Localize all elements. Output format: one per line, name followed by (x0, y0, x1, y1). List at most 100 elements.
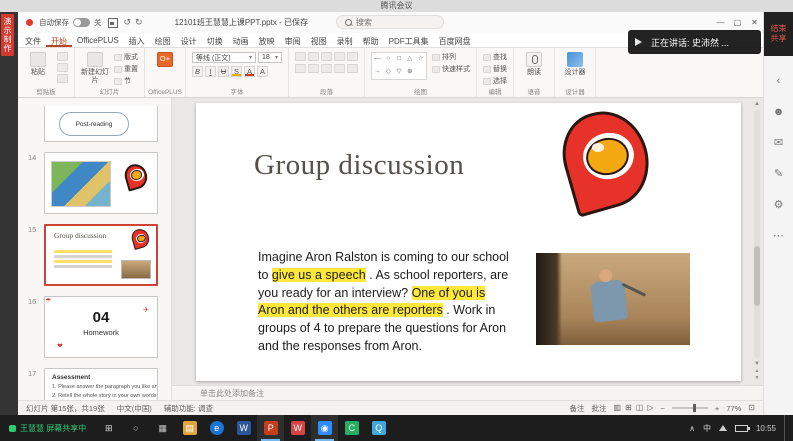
zoom-level[interactable]: 77% (726, 404, 741, 413)
tab-officeplus[interactable]: OfficePLUS (72, 33, 124, 47)
mini-photo (121, 260, 151, 279)
tray-expand-icon[interactable]: ∧ (689, 424, 695, 433)
slide-thumbnail-17[interactable]: 17 Assessment 1. Please answer the parag… (44, 368, 163, 400)
collapse-sidebar-icon[interactable]: ‹ (777, 76, 781, 87)
annotation-icon[interactable]: ✎ (774, 169, 783, 180)
tab-home[interactable]: 开始 (46, 33, 72, 47)
screen-share-status[interactable]: 王慧慧 屏幕共享中 (0, 415, 95, 441)
notes-toggle[interactable]: 备注 (570, 403, 585, 414)
members-icon[interactable]: ☻ (773, 107, 785, 118)
align-right-icon[interactable] (321, 64, 332, 73)
align-center-icon[interactable] (308, 64, 319, 73)
chat-icon[interactable]: ✉ (774, 138, 783, 149)
tab-help[interactable]: 帮助 (358, 33, 384, 47)
align-left-icon[interactable] (295, 64, 306, 73)
save-icon[interactable] (108, 18, 118, 28)
tab-record[interactable]: 录制 (332, 33, 358, 47)
tab-baidu-netdisk[interactable]: 百度网盘 (434, 33, 476, 47)
officeplus-icon: O+ (157, 52, 173, 67)
scroll-up-icon[interactable]: ▲ (754, 100, 760, 108)
network-icon[interactable] (719, 425, 727, 431)
scrollbar-thumb[interactable] (754, 246, 760, 306)
tab-slide-show[interactable]: 放映 (254, 33, 280, 47)
browser-icon[interactable]: e (203, 415, 230, 441)
font-size-select[interactable]: 18▾ (258, 52, 282, 63)
fit-slide-button[interactable]: ⊡ (748, 404, 755, 412)
bullets-icon[interactable] (295, 52, 306, 61)
editing-buttons: 查找替换选择 (483, 52, 507, 86)
tab-draw[interactable]: 绘图 (150, 33, 176, 47)
more-icon[interactable]: ⋯ (773, 231, 784, 242)
slide-thumbnail-14[interactable]: 14 (44, 152, 163, 214)
indent-increase-icon[interactable] (334, 52, 345, 61)
start-button[interactable]: ⊞ (95, 415, 122, 441)
numbering-icon[interactable] (308, 52, 319, 61)
format-painter-icon[interactable] (57, 74, 68, 83)
slide-body-text[interactable]: Imagine Aron Ralston is coming to our sc… (258, 249, 510, 356)
slide-thumbnail-16[interactable]: 16 ✈❤☂ 04 Homework (44, 296, 163, 358)
officeplus-button[interactable]: O+ (151, 52, 179, 67)
slide-editor: Group discussion Imagine Aron Ralston is… (172, 98, 763, 385)
end-share-button[interactable]: 结束共享 (764, 12, 793, 56)
group-label-editing: 编辑 (477, 86, 513, 96)
tab-design[interactable]: 设计 (176, 33, 202, 47)
slide-title[interactable]: Group discussion (254, 149, 464, 182)
wps-icon[interactable]: W (284, 415, 311, 441)
line-spacing-icon[interactable] (347, 52, 358, 61)
zoom-slider-thumb[interactable] (693, 404, 696, 412)
indent-decrease-icon[interactable] (321, 52, 332, 61)
read-aloud-button[interactable]: 朗读 (520, 52, 548, 77)
input-method-indicator[interactable]: 中 (703, 423, 711, 434)
file-explorer-icon[interactable]: ▤ (176, 415, 203, 441)
qq-icon[interactable]: Q (365, 415, 392, 441)
undo-icon[interactable]: ↺ (124, 12, 132, 33)
scroll-down-icon[interactable]: ▼ (754, 360, 760, 368)
font-name-select[interactable]: 等线 (正文)▾ (192, 52, 256, 63)
zoom-in-button[interactable]: + (715, 404, 719, 413)
tab-review[interactable]: 审阅 (280, 33, 306, 47)
presentation-mode-tag[interactable]: 演示制作 (1, 14, 14, 56)
designer-button[interactable]: 设计器 (561, 52, 589, 77)
new-slide-button[interactable]: 新建幻灯片 (81, 52, 109, 85)
slide-thumbnail-13[interactable]: Post-reading (44, 106, 163, 142)
slide-thumbnail-15-selected[interactable]: 15 Group discussion (44, 224, 163, 286)
search-button[interactable]: ○ (122, 415, 149, 441)
word-icon[interactable]: W (230, 415, 257, 441)
paste-button[interactable]: 粘贴 (24, 52, 52, 77)
tab-pdf-tools[interactable]: PDF工具集 (384, 33, 434, 47)
clock[interactable]: 10:55 (756, 424, 776, 433)
show-desktop-button[interactable] (784, 415, 789, 441)
tab-animations[interactable]: 动画 (228, 33, 254, 47)
tab-view[interactable]: 视图 (306, 33, 332, 47)
tab-transitions[interactable]: 切换 (202, 33, 228, 47)
cut-icon[interactable] (57, 52, 68, 61)
autosave-toggle[interactable] (73, 18, 90, 27)
meeting-icon[interactable]: ◉ (311, 415, 338, 441)
task-view-button[interactable]: ▦ (149, 415, 176, 441)
slide-canvas[interactable]: Group discussion Imagine Aron Ralston is… (196, 103, 741, 381)
settings-icon[interactable]: ⚙ (774, 200, 784, 211)
search-box[interactable]: 搜索 (336, 15, 444, 29)
picture-collage (51, 161, 111, 207)
accessibility-indicator[interactable]: 辅助功能: 调查 (164, 403, 213, 414)
wechat-icon[interactable]: C (338, 415, 365, 441)
redo-icon[interactable]: ↻ (135, 12, 143, 33)
zoom-slider[interactable] (672, 407, 708, 409)
next-slide-button[interactable]: ▼ (755, 375, 760, 382)
brand-pin-logo[interactable] (558, 109, 656, 219)
powerpoint-icon[interactable]: P (257, 415, 284, 441)
zoom-out-button[interactable]: − (661, 404, 665, 413)
notes-placeholder[interactable]: 单击此处添加备注 (172, 385, 763, 400)
vertical-scrollbar[interactable]: ▲ ▼ ▲ ▼ (752, 100, 762, 382)
text-direction-icon[interactable] (347, 64, 358, 73)
scrollbar-track[interactable] (754, 110, 760, 358)
tab-file[interactable]: 文件 (20, 33, 46, 47)
aron-ralston-photo[interactable] (536, 253, 690, 345)
copy-icon[interactable] (57, 63, 68, 72)
language-indicator[interactable]: 中文(中国) (117, 403, 152, 414)
tab-insert[interactable]: 插入 (124, 33, 150, 47)
shapes-gallery[interactable]: ―○□△☆→◇▽⊕ (371, 52, 427, 80)
previous-slide-button[interactable]: ▲ (755, 368, 760, 375)
comments-toggle[interactable]: 批注 (592, 403, 607, 414)
justify-icon[interactable] (334, 64, 345, 73)
